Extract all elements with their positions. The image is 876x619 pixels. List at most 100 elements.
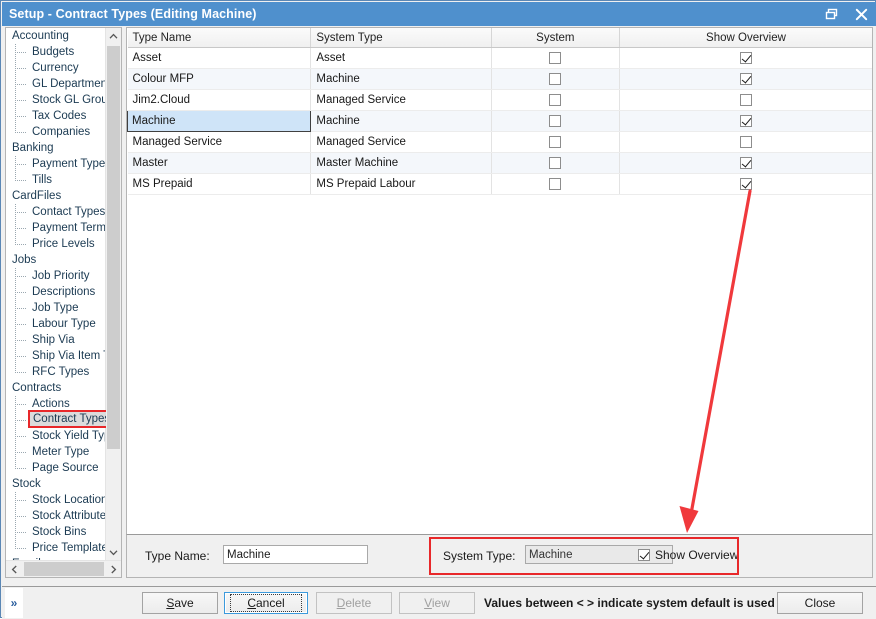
table-row[interactable]: Master Master Machine: [127, 152, 872, 174]
sidebar-item-stock-locations[interactable]: Stock Locations: [6, 492, 106, 508]
cell-system-type[interactable]: Asset: [310, 47, 492, 69]
show-overview-checkbox[interactable]: [739, 93, 752, 106]
sidebar-item-currency[interactable]: Currency: [6, 60, 106, 76]
column-header-type-name[interactable]: Type Name: [127, 28, 312, 48]
close-button[interactable]: Close: [777, 592, 863, 614]
system-checkbox[interactable]: [549, 177, 562, 190]
show-overview-checkbox[interactable]: [739, 51, 752, 64]
type-name-input[interactable]: [223, 545, 368, 564]
cancel-button[interactable]: Cancel: [224, 592, 308, 614]
cell-type-name[interactable]: Asset: [127, 47, 312, 69]
table-row[interactable]: Asset Asset: [127, 47, 872, 69]
system-checkbox[interactable]: [549, 156, 562, 169]
system-checkbox[interactable]: [549, 114, 562, 127]
show-overview-checkbox-row[interactable]: Show Overview: [638, 548, 738, 562]
cell-system[interactable]: [491, 47, 620, 69]
sidebar-item-price-levels[interactable]: Price Levels: [6, 236, 106, 252]
chevron-left-icon[interactable]: [6, 561, 22, 577]
system-checkbox[interactable]: [549, 51, 562, 64]
sidebar-item-contracts[interactable]: Contracts: [6, 380, 106, 396]
chevron-right-icon[interactable]: [105, 561, 121, 577]
sidebar-item-labour-type[interactable]: Labour Type: [6, 316, 106, 332]
sidebar-item-contract-types[interactable]: Contract Types: [6, 412, 106, 428]
cell-system[interactable]: [491, 173, 620, 195]
cell-show-overview[interactable]: [619, 131, 872, 153]
cell-system-type[interactable]: Machine: [310, 68, 492, 90]
cell-system-type[interactable]: MS Prepaid Labour: [310, 173, 492, 195]
system-checkbox[interactable]: [549, 135, 562, 148]
sidebar-item-job-type[interactable]: Job Type: [6, 300, 106, 316]
tree-vertical-scroll-thumb[interactable]: [107, 46, 120, 449]
sidebar-item-price-templates[interactable]: Price Templates: [6, 540, 106, 556]
cell-show-overview[interactable]: [619, 152, 872, 174]
sidebar-item-payment-terms[interactable]: Payment Terms: [6, 220, 106, 236]
cell-system-type[interactable]: Managed Service: [310, 131, 492, 153]
sidebar-item-stock-yield-types[interactable]: Stock Yield Types: [6, 428, 106, 444]
cell-system-type[interactable]: Machine: [310, 110, 492, 132]
cell-system[interactable]: [491, 68, 620, 90]
show-overview-checkbox[interactable]: [739, 156, 752, 169]
sidebar-item-accounting[interactable]: Accounting: [6, 28, 106, 44]
cell-show-overview[interactable]: [619, 110, 872, 132]
cell-type-name[interactable]: MS Prepaid: [127, 173, 312, 195]
cell-type-name[interactable]: Master: [127, 152, 312, 174]
sidebar-item-tills[interactable]: Tills: [6, 172, 106, 188]
sidebar-item-cardfiles[interactable]: CardFiles: [6, 188, 106, 204]
show-overview-checkbox[interactable]: [638, 549, 650, 561]
show-overview-checkbox[interactable]: [739, 114, 752, 127]
sidebar-item-stock-attributes[interactable]: Stock Attributes: [6, 508, 106, 524]
sidebar-item-actions[interactable]: Actions: [6, 396, 106, 412]
restore-icon[interactable]: [816, 2, 846, 26]
sidebar-item-rfc-types[interactable]: RFC Types: [6, 364, 106, 380]
cell-system-type[interactable]: Master Machine: [310, 152, 492, 174]
sidebar-item-jobs[interactable]: Jobs: [6, 252, 106, 268]
table-row[interactable]: MS Prepaid MS Prepaid Labour: [127, 173, 872, 195]
cell-system[interactable]: [491, 131, 620, 153]
cell-system-type[interactable]: Managed Service: [310, 89, 492, 111]
sidebar-item-payment-type[interactable]: Payment Type: [6, 156, 106, 172]
cell-type-name[interactable]: Jim2.Cloud: [127, 89, 312, 111]
table-row[interactable]: Managed Service Managed Service: [127, 131, 872, 153]
chevron-double-right-icon[interactable]: »: [5, 588, 23, 618]
cell-show-overview[interactable]: [619, 173, 872, 195]
cell-system[interactable]: [491, 152, 620, 174]
column-header-system[interactable]: System: [491, 28, 620, 48]
save-button[interactable]: Save: [142, 592, 218, 614]
system-checkbox[interactable]: [549, 72, 562, 85]
cell-show-overview[interactable]: [619, 47, 872, 69]
sidebar-item-budgets[interactable]: Budgets: [6, 44, 106, 60]
system-checkbox[interactable]: [549, 93, 562, 106]
cell-type-name[interactable]: Machine: [127, 110, 312, 132]
sidebar-item-stock-gl-groups[interactable]: Stock GL Groups: [6, 92, 106, 108]
sidebar-item-stock-bins[interactable]: Stock Bins: [6, 524, 106, 540]
cell-show-overview[interactable]: [619, 89, 872, 111]
cell-system[interactable]: [491, 110, 620, 132]
column-header-system-type[interactable]: System Type: [310, 28, 492, 48]
sidebar-item-tax-codes[interactable]: Tax Codes: [6, 108, 106, 124]
cell-type-name[interactable]: Managed Service: [127, 131, 312, 153]
sidebar-item-contact-types[interactable]: Contact Types: [6, 204, 106, 220]
table-row[interactable]: Machine Machine: [127, 110, 872, 132]
sidebar-item-job-priority[interactable]: Job Priority: [6, 268, 106, 284]
chevron-down-icon[interactable]: [106, 544, 121, 560]
tree-horizontal-scroll-thumb[interactable]: [24, 562, 104, 576]
tree-vertical-scrollbar[interactable]: [105, 28, 121, 560]
cell-system[interactable]: [491, 89, 620, 111]
table-row[interactable]: Jim2.Cloud Managed Service: [127, 89, 872, 111]
setup-tree[interactable]: Accounting Budgets Currency GL Departments S…: [6, 28, 106, 577]
sidebar-item-companies[interactable]: Companies: [6, 124, 106, 140]
cell-type-name[interactable]: Colour MFP: [127, 68, 312, 90]
show-overview-checkbox[interactable]: [739, 135, 752, 148]
show-overview-checkbox[interactable]: [739, 177, 752, 190]
sidebar-item-stock[interactable]: Stock: [6, 476, 106, 492]
tree-horizontal-scrollbar[interactable]: [6, 560, 121, 577]
chevron-up-icon[interactable]: [106, 28, 121, 44]
cell-show-overview[interactable]: [619, 68, 872, 90]
contract-types-grid[interactable]: Type Name System Type System Show Overvi…: [126, 27, 873, 534]
close-icon[interactable]: [846, 2, 876, 26]
show-overview-checkbox[interactable]: [739, 72, 752, 85]
sidebar-item-descriptions[interactable]: Descriptions: [6, 284, 106, 300]
table-row[interactable]: Colour MFP Machine: [127, 68, 872, 90]
sidebar-item-ship-via-item-types[interactable]: Ship Via Item Types: [6, 348, 106, 364]
sidebar-item-banking[interactable]: Banking: [6, 140, 106, 156]
